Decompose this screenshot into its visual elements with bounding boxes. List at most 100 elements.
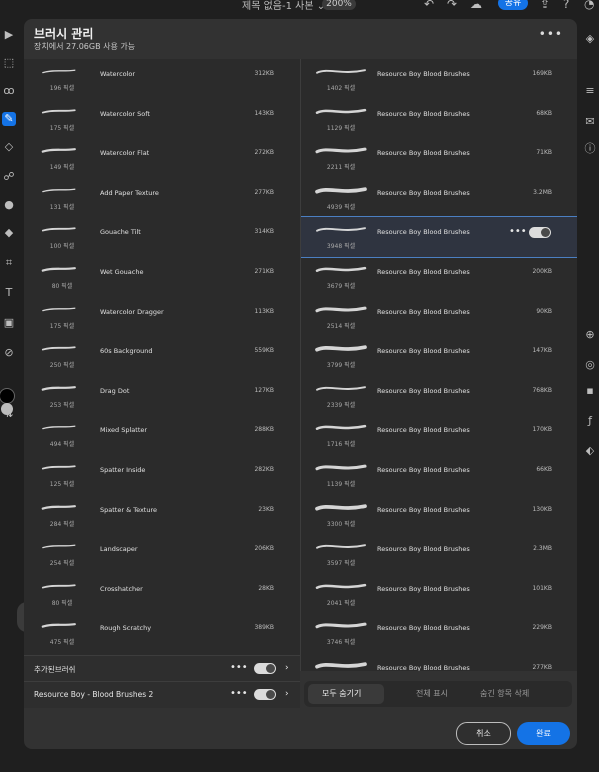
set-visibility-toggle[interactable] (254, 663, 276, 674)
brush-row[interactable]: 3746 픽셀 Resource Boy Blood Brushes 229KB (301, 613, 577, 653)
brush-row[interactable]: 175 픽셀 Watercolor Dragger 113KB (24, 297, 300, 337)
set-visibility-toggle[interactable] (254, 689, 276, 700)
lasso-tool-icon[interactable]: ꝏ (2, 84, 16, 98)
brush-pixel-size: 2211 픽셀 (326, 164, 356, 172)
brush-row[interactable]: 175 픽셀 Watercolor Soft 143KB (24, 99, 300, 139)
fill-tool-icon[interactable]: ◆ (2, 226, 16, 240)
brush-row[interactable]: 80 픽셀 Crosshatcher 28KB (24, 574, 300, 614)
brush-row[interactable]: 475 픽셀 Rough Scratchy 389KB (24, 613, 300, 653)
document-title[interactable]: 제목 없음-1 사본 ⌄ (242, 0, 325, 12)
brush-pixel-size: 284 픽셀 (49, 520, 75, 528)
brush-row[interactable]: 254 픽셀 Landscaper 206KB (24, 534, 300, 574)
brush-list-left[interactable]: 196 픽셀 Watercolor 312KB 175 픽셀 Watercolor So… (24, 59, 300, 671)
more-icon[interactable]: ••• (509, 226, 527, 237)
eraser-tool-icon[interactable]: ◇ (2, 140, 16, 154)
brush-set-row[interactable]: Resource Boy - Blood Brushes 2 ••• › (24, 681, 300, 708)
brush-row[interactable]: 3799 픽셀 Resource Boy Blood Brushes 147KB (301, 336, 577, 376)
swap-colors-icon[interactable]: ⇅ (2, 407, 16, 421)
brush-name: Watercolor (100, 70, 136, 78)
storage-info: 장치에서 27.06GB 사용 가능 (34, 42, 136, 51)
move-tool-icon[interactable]: ▶ (2, 28, 16, 42)
add-layer-icon[interactable]: ⊕ (583, 328, 597, 342)
visibility-icon[interactable]: ◎ (583, 358, 597, 372)
brush-row[interactable]: 3679 픽셀 Resource Boy Blood Brushes 200KB (301, 257, 577, 297)
eyedropper-tool-icon[interactable]: ⊘ (2, 346, 16, 360)
info-icon[interactable]: ⓘ (583, 142, 597, 156)
brush-file-size: 66KB (536, 465, 552, 473)
more-icon[interactable]: ••• (230, 688, 248, 699)
brush-row[interactable]: 2211 픽셀 Resource Boy Blood Brushes 71KB (301, 138, 577, 178)
brush-row[interactable]: 494 픽셀 Mixed Splatter 288KB (24, 415, 300, 455)
cloud-icon[interactable]: ☁ (470, 0, 482, 11)
image-tool-icon[interactable]: ▣ (2, 316, 16, 330)
brush-set-label: Resource Boy - Blood Brushes 2 (34, 690, 154, 699)
brush-row[interactable]: 80 픽셀 Wet Gouache 271KB (24, 257, 300, 297)
dodge-tool-icon[interactable]: ● (2, 198, 16, 212)
show-all-option[interactable]: 전체 표시 (416, 688, 448, 699)
mask-icon[interactable]: ▪ (583, 384, 597, 398)
chevron-right-icon[interactable]: › (285, 663, 289, 673)
smudge-tool-icon[interactable]: ☍ (2, 170, 16, 184)
brush-file-size: 143KB (254, 109, 274, 117)
brush-row[interactable]: 196 픽셀 Watercolor 312KB (24, 59, 300, 99)
done-button[interactable]: 완료 (517, 722, 570, 745)
chevron-right-icon[interactable]: › (285, 689, 289, 699)
type-tool-icon[interactable]: T (2, 286, 16, 300)
brush-row[interactable]: 3597 픽셀 Resource Boy Blood Brushes 2.3MB (301, 534, 577, 574)
brush-pixel-size: 125 픽셀 (49, 480, 75, 488)
comments-icon[interactable]: ✉ (583, 115, 597, 129)
delete-hidden-option[interactable]: 숨긴 항목 삭제 (480, 688, 529, 699)
brush-row[interactable]: Resource Boy Blood Brushes 277KB (301, 653, 577, 671)
help-icon[interactable]: ? (563, 0, 569, 11)
app-topbar: 제목 없음-1 사본 ⌄ 200% ↶ ↷ ☁ 공유 ⇪ ? ◔ (0, 0, 599, 20)
brush-row[interactable]: 1716 픽셀 Resource Boy Blood Brushes 170KB (301, 415, 577, 455)
transform-tool-icon[interactable]: ⬚ (2, 56, 16, 70)
foreground-color-swatch[interactable] (0, 388, 15, 404)
brush-row[interactable]: 284 픽셀 Spatter & Texture 23KB (24, 495, 300, 535)
share-button[interactable]: 공유 (498, 0, 528, 10)
brush-row[interactable]: 131 픽셀 Add Paper Texture 277KB (24, 178, 300, 218)
brush-row[interactable]: 100 픽셀 Gouache Tilt 314KB (24, 217, 300, 257)
brush-row[interactable]: 250 픽셀 60s Background 559KB (24, 336, 300, 376)
brush-stroke-preview (42, 188, 76, 193)
brush-row[interactable]: 1139 픽셀 Resource Boy Blood Brushes 66KB (301, 455, 577, 495)
brush-row[interactable]: 3300 픽셀 Resource Boy Blood Brushes 130KB (301, 495, 577, 535)
brush-row[interactable]: 125 픽셀 Spatter Inside 282KB (24, 455, 300, 495)
brush-row[interactable]: 1129 픽셀 Resource Boy Blood Brushes 68KB (301, 99, 577, 139)
brush-row[interactable]: 2339 픽셀 Resource Boy Blood Brushes 768KB (301, 376, 577, 416)
brush-row[interactable]: 2514 픽셀 Resource Boy Blood Brushes 90KB (301, 297, 577, 337)
brush-set-row[interactable]: 추가된브러쉬 ••• › (24, 655, 300, 682)
zoom-level[interactable]: 200% (322, 0, 356, 10)
undo-icon[interactable]: ↶ (424, 0, 434, 11)
brush-pixel-size: 80 픽셀 (51, 599, 73, 607)
brush-file-size: 170KB (532, 426, 552, 434)
brush-name: 60s Background (100, 347, 153, 356)
brush-row[interactable]: 4939 픽셀 Resource Boy Blood Brushes 3.2MB (301, 178, 577, 218)
export-icon[interactable]: ⇪ (540, 0, 550, 11)
brush-row[interactable]: 3948 픽셀 Resource Boy Blood Brushes ••• (301, 216, 577, 258)
brush-pixel-size: 1139 픽셀 (326, 480, 356, 488)
tag-icon[interactable]: ⬖ (583, 444, 597, 458)
brush-row[interactable]: 1402 픽셀 Resource Boy Blood Brushes 169KB (301, 59, 577, 99)
brush-name: Crosshatcher (100, 584, 143, 593)
brush-tool-icon[interactable]: ✎ (2, 112, 16, 126)
fx-icon[interactable]: ƒ (583, 414, 597, 428)
crop-tool-icon[interactable]: ⌗ (2, 256, 16, 270)
brush-row[interactable]: 253 픽셀 Drag Dot 127KB (24, 376, 300, 416)
layers-icon[interactable]: ◈ (583, 32, 597, 46)
user-icon[interactable]: ◔ (584, 0, 594, 11)
brush-name: Resource Boy Blood Brushes (377, 663, 470, 671)
brush-name: Landscaper (100, 545, 138, 554)
brush-row[interactable]: 2041 픽셀 Resource Boy Blood Brushes 101KB (301, 574, 577, 614)
redo-icon[interactable]: ↷ (447, 0, 457, 11)
cancel-button[interactable]: 취소 (456, 722, 511, 745)
brush-pixel-size: 100 픽셀 (49, 243, 75, 251)
adjustments-icon[interactable]: ≡ (583, 84, 597, 98)
brush-manager-dialog: 브러시 관리 장치에서 27.06GB 사용 가능 ••• 196 픽셀 Wate… (24, 19, 577, 749)
brush-visibility-toggle[interactable] (529, 227, 551, 239)
more-options-icon[interactable]: ••• (539, 27, 563, 41)
more-icon[interactable]: ••• (230, 662, 248, 673)
brush-list-right[interactable]: 1402 픽셀 Resource Boy Blood Brushes 169KB 11… (300, 59, 577, 671)
hide-all-option[interactable]: 모두 숨기기 (322, 688, 361, 699)
brush-row[interactable]: 149 픽셀 Watercolor Flat 272KB (24, 138, 300, 178)
